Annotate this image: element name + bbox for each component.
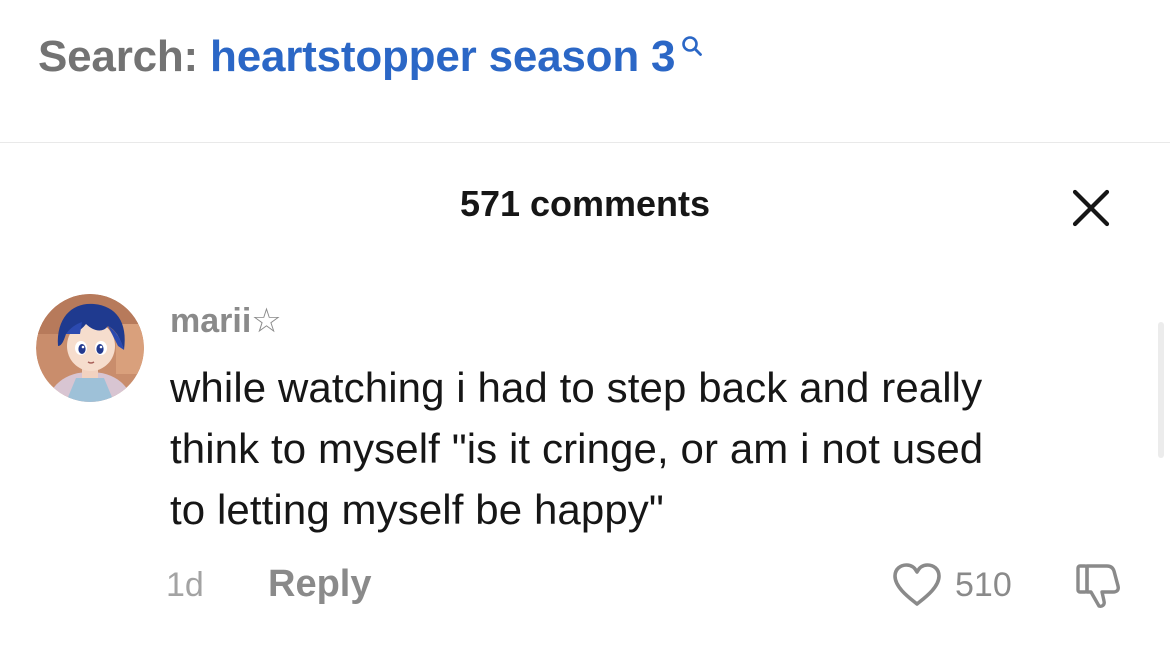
search-label: Search: <box>38 32 199 81</box>
thumbs-down-icon <box>1076 564 1120 608</box>
reply-button[interactable]: Reply <box>268 561 371 607</box>
comments-count-title: 571 comments <box>459 183 711 224</box>
close-icon <box>1072 189 1110 227</box>
comment-text-line: think to myself "is it cringe, or am i n… <box>170 425 984 472</box>
like-count: 510 <box>955 566 1012 604</box>
user-avatar[interactable] <box>36 294 144 402</box>
comment-text-line: to letting myself be happy" <box>170 486 664 533</box>
search-bar[interactable]: Search: heartstopper season 3 <box>0 0 1170 143</box>
search-query[interactable]: heartstopper season 3 <box>210 29 676 85</box>
search-icon[interactable] <box>681 35 703 57</box>
search-row[interactable]: Search: heartstopper season 3 <box>38 29 703 85</box>
comment-text-line: while watching i had to step back and re… <box>170 364 983 411</box>
comment-actions-row: 1d Reply 510 <box>0 560 1170 610</box>
scrollbar[interactable] <box>1158 322 1164 458</box>
dislike-button[interactable] <box>1070 560 1126 610</box>
close-button[interactable] <box>1066 183 1116 233</box>
like-button[interactable]: 510 <box>891 560 1012 610</box>
comment-username[interactable]: marii☆ <box>170 299 282 343</box>
heart-icon <box>893 563 941 606</box>
comment-timestamp: 1d <box>166 566 204 604</box>
comment-text: while watching i had to step back and re… <box>170 357 1130 540</box>
